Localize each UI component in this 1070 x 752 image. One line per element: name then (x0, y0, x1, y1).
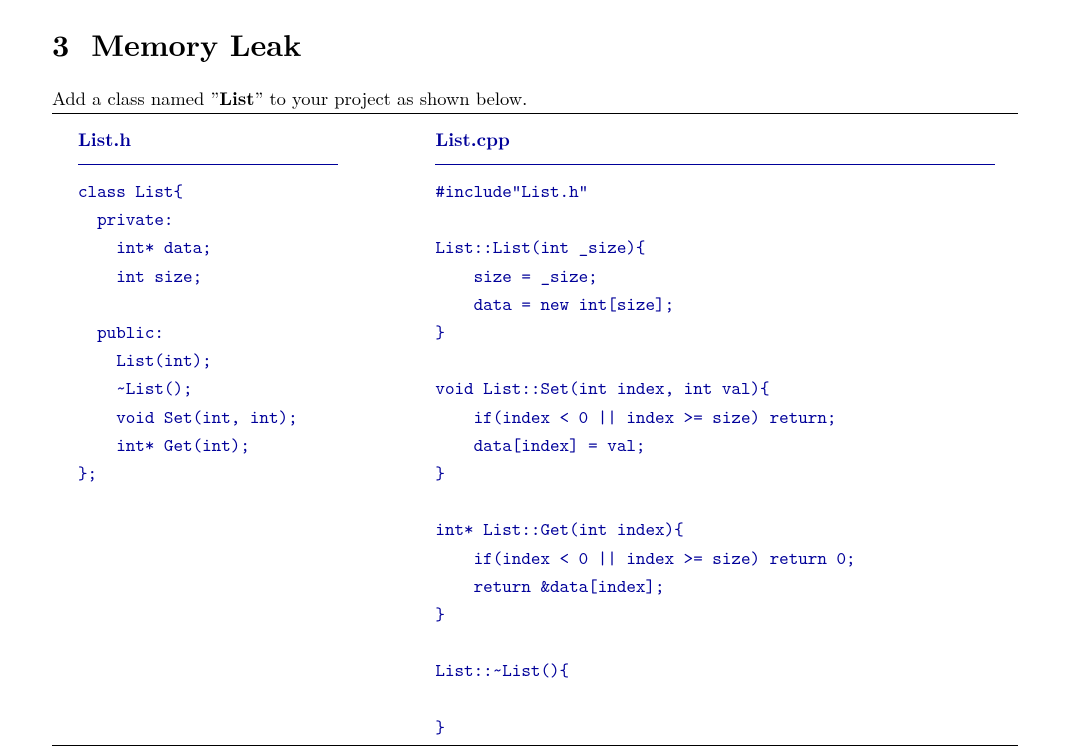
intro-bold: List (219, 85, 254, 111)
file-title-h: List.h (78, 120, 401, 164)
file-title-cpp: List.cpp (435, 120, 1010, 164)
column-list-cpp: List.cpp #include"List.h" List::List(int… (409, 120, 1018, 741)
code-columns: List.h class List{ private: int* data; i… (52, 120, 1018, 741)
code-block-h: class List{ private: int* data; int size… (78, 177, 401, 487)
code-columns-wrap: List.h class List{ private: int* data; i… (52, 113, 1018, 746)
code-block-cpp: #include"List.h" List::List(int _size){ … (435, 177, 1010, 741)
section-heading: 3 Memory Leak (52, 22, 1018, 65)
intro-paragraph: Add a class named ”List” to your project… (52, 85, 1018, 111)
file-rule-cpp (435, 164, 995, 165)
intro-prefix: Add a class named ” (52, 85, 219, 111)
section-title: Memory Leak (91, 22, 301, 65)
column-list-h: List.h class List{ private: int* data; i… (52, 120, 409, 487)
intro-suffix: ” to your project as shown below. (255, 85, 528, 111)
section-number: 3 (52, 22, 69, 65)
page: 3 Memory Leak Add a class named ”List” t… (0, 0, 1070, 752)
file-rule-h (78, 164, 338, 165)
